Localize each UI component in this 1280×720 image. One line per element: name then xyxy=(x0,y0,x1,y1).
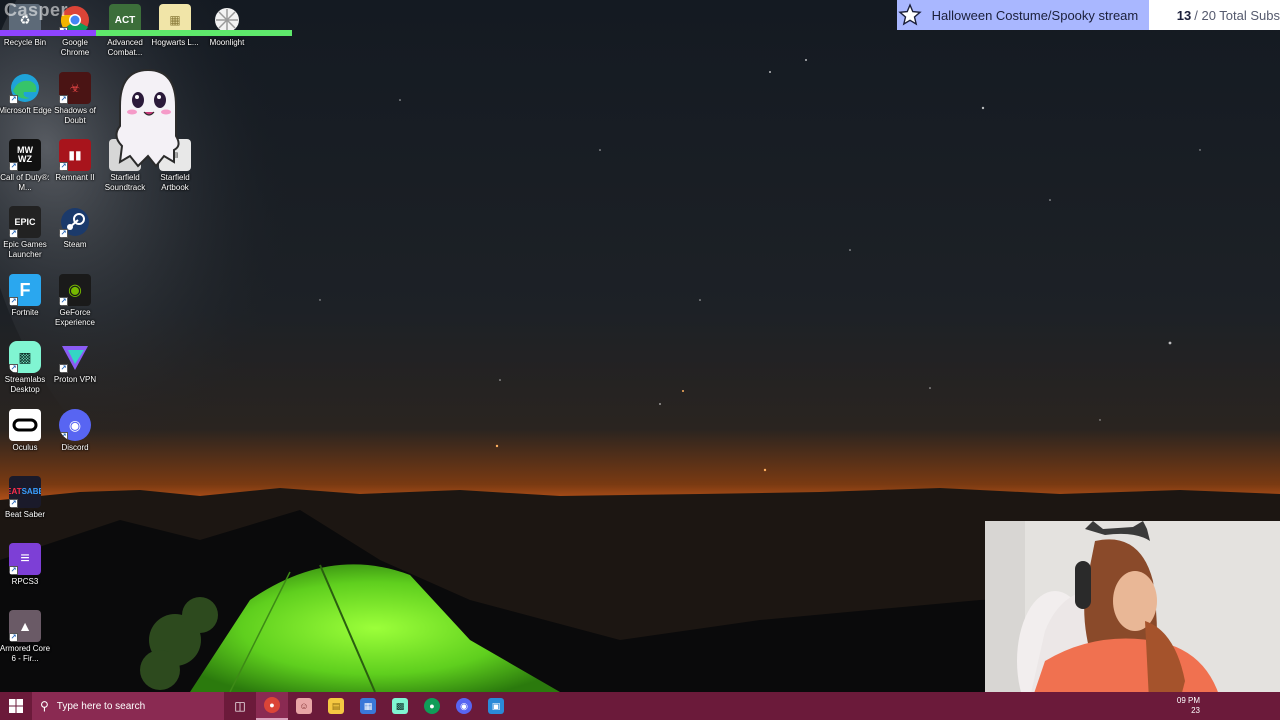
sub-goal-widget: Halloween Costume/Spooky stream 13 / 20 … xyxy=(897,0,1280,30)
steam-icon: ↗ xyxy=(59,206,91,238)
desktop-icon-microsoft-edge[interactable]: ↗ Microsoft Edge xyxy=(0,72,52,136)
desktop-icon-label: Epic Games Launcher xyxy=(3,240,47,259)
taskbar-search-box[interactable]: ⚲ Type here to search xyxy=(32,692,224,720)
desktop-icon-rpcs3[interactable]: ≡ ↗ RPCS3 xyxy=(0,543,50,607)
geforce-icon: ◉ ↗ xyxy=(59,274,91,306)
fortnite-icon: F ↗ xyxy=(9,274,41,306)
streamer-name: Casper xyxy=(4,0,69,20)
windows-icon xyxy=(9,699,23,713)
star-icon xyxy=(897,0,924,30)
oculus-icon xyxy=(9,409,41,441)
taskbar-app-photo[interactable]: ☺ xyxy=(288,692,320,720)
desktop-icon-steam[interactable]: ↗ Steam xyxy=(50,206,100,270)
desktop-icon-shadows-of-doubt[interactable]: ☣ ↗ Shadows of Doubt xyxy=(50,72,100,136)
taskbar-app-store[interactable]: ▦ xyxy=(352,692,384,720)
beat-saber-icon: BEATSABER↗ xyxy=(9,476,41,508)
goal-current: 13 xyxy=(1176,7,1192,23)
discord-icon: ◉ ↗ xyxy=(59,409,91,441)
start-button[interactable] xyxy=(0,692,32,720)
edge-icon: ↗ xyxy=(9,72,41,104)
desktop-icon-label: Discord xyxy=(61,443,89,452)
desktop-icon-label: Streamlabs Desktop xyxy=(4,375,46,394)
desktop-icon-label: Recycle Bin xyxy=(3,38,47,47)
taskbar: ⚲ Type here to search ◫ ● ☺ ▤ ▦ ▩ ● ◉ ▣ … xyxy=(0,692,1280,720)
desktop-icon-moonlight[interactable]: Moonlight xyxy=(202,4,252,68)
store-icon: ▦ xyxy=(360,698,376,714)
desktop-icon-label: Shadows of Doubt xyxy=(54,106,96,125)
desktop-icon-label: Oculus xyxy=(12,443,38,452)
goal-title: Halloween Costume/Spooky stream xyxy=(923,0,1149,30)
desktop-icon-label: Google Chrome xyxy=(60,38,90,57)
desktop-icon-label: RPCS3 xyxy=(11,577,39,586)
armored-core-icon: ▲ ↗ xyxy=(9,610,41,642)
desktop-icon-act[interactable]: ACT Advanced Combat... xyxy=(100,4,150,68)
window-app-icon: ▣ xyxy=(488,698,504,714)
taskbar-app-discord[interactable]: ◉ xyxy=(448,692,480,720)
goal-progress: 13 / 20 Total Subs xyxy=(1148,0,1280,30)
desktop-icon-remnant[interactable]: ▮▮ ↗ Remnant II xyxy=(50,139,100,203)
desktop-icon-label: Beat Saber xyxy=(4,510,46,519)
desktop-icon-discord[interactable]: ◉ ↗ Discord xyxy=(50,409,100,473)
desktop-icon-oculus[interactable]: Oculus xyxy=(0,409,50,473)
proton-vpn-icon: ↗ xyxy=(59,341,91,373)
chrome-icon: ● xyxy=(424,698,440,714)
search-placeholder: Type here to search xyxy=(56,700,146,712)
taskbar-app-streamlabs[interactable]: ▩ xyxy=(384,692,416,720)
desktop-icon-label: Fortnite xyxy=(11,308,39,317)
streamlabs-icon: ▩ ↗ xyxy=(9,341,41,373)
desktop-icon-streamlabs[interactable]: ▩ ↗ Streamlabs Desktop xyxy=(0,341,50,405)
xp-bar xyxy=(0,30,292,36)
desktop-icon-call-of-duty[interactable]: MW WZ ↗ Call of Duty®: M... xyxy=(0,139,50,203)
shadows-of-doubt-icon: ☣ ↗ xyxy=(59,72,91,104)
chrome-icon: ● xyxy=(264,697,280,713)
taskbar-app-chrome[interactable]: ● xyxy=(416,692,448,720)
desktop-icon-label: Remnant II xyxy=(55,173,95,182)
remnant-icon: ▮▮ ↗ xyxy=(59,139,91,171)
desktop-icon-label: GeForce Experience xyxy=(54,308,96,327)
system-clock[interactable]: 09 PM 23 xyxy=(1177,696,1200,716)
streamlabs-icon: ▩ xyxy=(392,698,408,714)
clock-time: 09 PM xyxy=(1176,696,1200,705)
rpcs3-icon: ≡ ↗ xyxy=(9,543,41,575)
goal-target: / 20 Total Subs xyxy=(1194,7,1280,23)
webcam-feed xyxy=(985,521,1280,720)
desktop-icon-beat-saber[interactable]: BEATSABER↗ Beat Saber xyxy=(0,476,50,540)
desktop-icon-label: Call of Duty®: M... xyxy=(0,173,50,192)
xp-bar-purple-segment xyxy=(0,30,96,36)
desktop-icon-label: Advanced Combat... xyxy=(107,38,143,57)
clock-date: 23 xyxy=(1191,706,1200,715)
taskbar-app-file-explorer[interactable]: ▤ xyxy=(320,692,352,720)
desktop-icon-label: Moonlight xyxy=(209,38,245,47)
desktop-icon-proton-vpn[interactable]: ↗ Proton VPN xyxy=(50,341,100,405)
desktop-icon-label: Armored Core 6 - Fir... xyxy=(0,644,51,663)
call-of-duty-icon: MW WZ ↗ xyxy=(9,139,41,171)
folder-icon: ▤ xyxy=(328,698,344,714)
desktop-icon-geforce[interactable]: ◉ ↗ GeForce Experience xyxy=(50,274,100,338)
desktop-icon-hogwarts[interactable]: ▦ Hogwarts L... xyxy=(150,4,200,68)
desktop-icon-label: Hogwarts L... xyxy=(151,38,199,47)
desktop-icon-label: Microsoft Edge xyxy=(0,106,52,115)
desktop-icon-label: Starfield Soundtrack xyxy=(104,173,146,192)
desktop-icon-armored-core[interactable]: ▲ ↗ Armored Core 6 - Fir... xyxy=(0,610,50,674)
desktop-icon-epic-games[interactable]: EPIC ↗ Epic Games Launcher xyxy=(0,206,50,270)
search-icon: ⚲ xyxy=(40,699,49,713)
desktop-icon-label: Proton VPN xyxy=(53,375,97,384)
photo-app-icon: ☺ xyxy=(296,698,312,714)
xp-bar-green-segment xyxy=(96,30,292,36)
desktop-icon-label: Starfield Artbook xyxy=(160,173,190,192)
epic-games-icon: EPIC ↗ xyxy=(9,206,41,238)
task-view-button[interactable]: ◫ xyxy=(224,692,256,720)
discord-icon: ◉ xyxy=(456,698,472,714)
desktop-icon-fortnite[interactable]: F ↗ Fortnite xyxy=(0,274,50,338)
taskbar-app-window[interactable]: ▣ xyxy=(480,692,512,720)
task-view-icon: ◫ xyxy=(234,699,246,713)
ghost-mascot xyxy=(108,66,188,170)
desktop-icon-label: Steam xyxy=(63,240,87,249)
taskbar-app-chrome-profile[interactable]: ● xyxy=(256,692,288,720)
